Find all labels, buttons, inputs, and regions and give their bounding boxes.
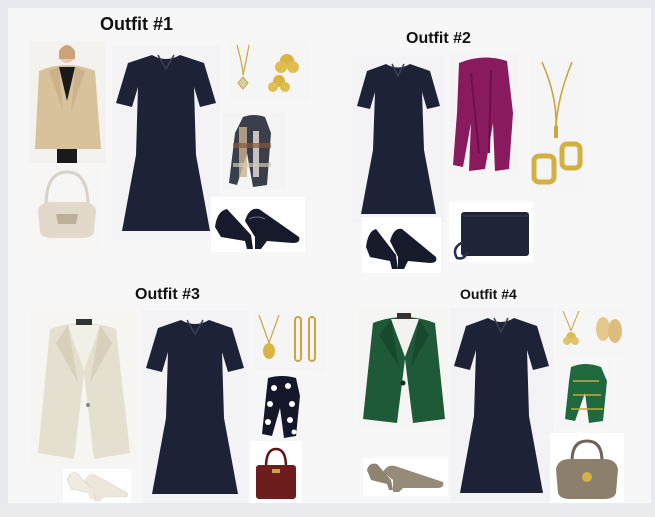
polka-dot-scarf-image <box>256 374 308 440</box>
camel-coat-image <box>29 41 106 163</box>
gold-flower-jewelry-image <box>557 309 627 357</box>
burgundy-handbag-image <box>250 441 302 503</box>
white-pumps-image <box>63 469 131 503</box>
green-scarf-image <box>559 361 613 427</box>
tweed-blazer-image <box>30 313 137 464</box>
navy-pumps-image-2 <box>362 217 441 273</box>
dress-image-2 <box>352 56 445 223</box>
outfit-1-title: Outfit #1 <box>100 14 174 34</box>
navy-wristlet-image <box>449 202 533 262</box>
outfit-2-title: Outfit #2 <box>406 30 471 47</box>
gold-necklace-earrings-image <box>229 41 309 101</box>
green-blazer-image <box>359 309 449 427</box>
navy-pumps-image-1 <box>211 197 305 252</box>
outfit-board: Outfit #1 Outfit #2 Outfit #3 Outfit #4 <box>8 8 651 503</box>
white-shoulder-bag-image <box>32 166 102 248</box>
taupe-pumps-image <box>363 458 448 496</box>
plaid-scarf-image <box>223 113 285 189</box>
dress-image-1 <box>112 45 220 240</box>
outfit-3-title: Outfit #3 <box>135 286 200 303</box>
outfit-4-title: Outfit #4 <box>460 286 517 302</box>
taupe-handbag-image <box>550 433 624 503</box>
dress-image-3 <box>142 310 248 503</box>
bottom-bar <box>0 503 655 517</box>
gold-pendant-earrings-image <box>253 311 325 371</box>
plum-wrap-image <box>449 53 519 175</box>
dress-image-4 <box>450 308 553 502</box>
gold-lariat-earrings-image <box>530 56 584 192</box>
